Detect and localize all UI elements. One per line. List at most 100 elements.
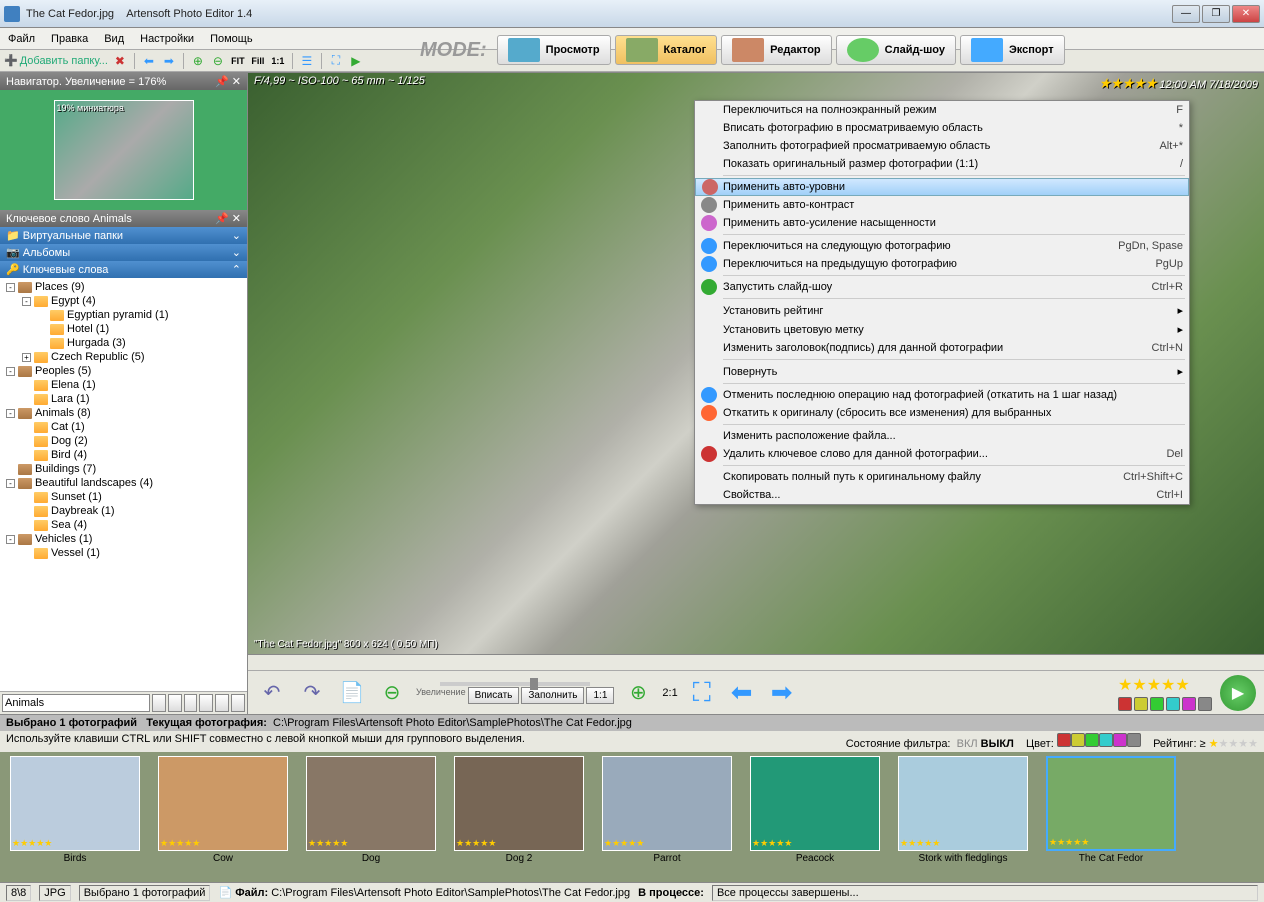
ctx-item[interactable]: Свойства...Ctrl+I: [695, 486, 1189, 504]
tree-item[interactable]: -Animals (8): [2, 406, 245, 420]
mode-catalog[interactable]: Каталог: [615, 35, 718, 65]
thumbnail[interactable]: ★★★★★Dog 2: [454, 756, 584, 878]
tree-item[interactable]: Sea (4): [2, 518, 245, 532]
play-icon[interactable]: ▶: [348, 53, 364, 69]
tree-item[interactable]: Dog (2): [2, 434, 245, 448]
color-tag[interactable]: [1166, 697, 1180, 711]
color-tag[interactable]: [1150, 697, 1164, 711]
tree-item[interactable]: Cat (1): [2, 420, 245, 434]
kw-btn-3[interactable]: [184, 694, 198, 712]
ctx-item[interactable]: Переключиться на предыдущую фотографиюPg…: [695, 255, 1189, 273]
fullscreen-icon[interactable]: ⛶: [686, 677, 718, 709]
kw-btn-2[interactable]: [168, 694, 182, 712]
next-icon[interactable]: ➡: [161, 53, 177, 69]
ctx-item[interactable]: Отменить последнюю операцию над фотограф…: [695, 386, 1189, 404]
ctx-item[interactable]: Запустить слайд-шоуCtrl+R: [695, 278, 1189, 296]
one-to-one-button[interactable]: 1:1: [270, 53, 286, 69]
thumbnail[interactable]: ★★★★★Cow: [158, 756, 288, 878]
kw-btn-6[interactable]: [231, 694, 245, 712]
h-scrollbar[interactable]: [248, 654, 1264, 670]
menu-file[interactable]: Файл: [8, 33, 35, 45]
fullscreen-icon[interactable]: ⛶: [328, 53, 344, 69]
tree-item[interactable]: Elena (1): [2, 378, 245, 392]
thumbnail[interactable]: ★★★★★Stork with fledglings: [898, 756, 1028, 878]
mode-editor[interactable]: Редактор: [721, 35, 831, 65]
ctx-item[interactable]: Заполнить фотографией просматриваемую об…: [695, 137, 1189, 155]
keyword-input[interactable]: [2, 694, 150, 712]
zoom-out-icon[interactable]: ⊖: [210, 53, 226, 69]
ctx-item[interactable]: Применить авто-контраст: [695, 196, 1189, 214]
zoom-slider[interactable]: [440, 682, 590, 686]
thumbnail[interactable]: ★★★★★The Cat Fedor: [1046, 756, 1176, 878]
ctx-item[interactable]: Установить цветовую метку▸: [695, 320, 1189, 339]
tree-item[interactable]: -Peoples (5): [2, 364, 245, 378]
tree-item[interactable]: Vessel (1): [2, 546, 245, 560]
tree-item[interactable]: -Egypt (4): [2, 294, 245, 308]
tree-item[interactable]: Buildings (7): [2, 462, 245, 476]
color-tag[interactable]: [1118, 697, 1132, 711]
note-icon[interactable]: 📄: [336, 677, 368, 709]
fill-button[interactable]: Fill: [250, 53, 266, 69]
thumbnail[interactable]: ★★★★★Dog: [306, 756, 436, 878]
add-folder-button[interactable]: ➕ Добавить папку...: [4, 54, 108, 67]
color-tag[interactable]: [1182, 697, 1196, 711]
ctx-item[interactable]: Показать оригинальный размер фотографии …: [695, 155, 1189, 173]
tree-item[interactable]: -Vehicles (1): [2, 532, 245, 546]
ctx-item[interactable]: Переключиться на следующую фотографиюPgD…: [695, 237, 1189, 255]
ctx-item[interactable]: Применить авто-усиление насыщенности: [695, 214, 1189, 232]
color-tag[interactable]: [1198, 697, 1212, 711]
tree-item[interactable]: -Beautiful landscapes (4): [2, 476, 245, 490]
thumbnail[interactable]: ★★★★★Birds: [10, 756, 140, 878]
zoom-in-icon[interactable]: ⊕: [190, 53, 206, 69]
menu-settings[interactable]: Настройки: [140, 33, 194, 45]
virtual-folders-header[interactable]: 📁 Виртуальные папки⌄: [0, 227, 247, 244]
rotate-left-icon[interactable]: ↶: [256, 677, 288, 709]
ctx-item[interactable]: Вписать фотографию в просматриваемую обл…: [695, 119, 1189, 137]
ctx-item[interactable]: Повернуть▸: [695, 362, 1189, 381]
color-tag[interactable]: [1134, 697, 1148, 711]
keywords-header[interactable]: 🔑 Ключевые слова⌃: [0, 261, 247, 278]
albums-header[interactable]: 📷 Альбомы⌄: [0, 244, 247, 261]
tree-item[interactable]: Daybreak (1): [2, 504, 245, 518]
ctx-item[interactable]: Откатить к оригиналу (сбросить все измен…: [695, 404, 1189, 422]
thumbnail[interactable]: ★★★★★Peacock: [750, 756, 880, 878]
fit-button[interactable]: FIT: [230, 53, 246, 69]
minimize-button[interactable]: —: [1172, 5, 1200, 23]
tree-item[interactable]: Hurgada (3): [2, 336, 245, 350]
mode-export[interactable]: Экспорт: [960, 35, 1065, 65]
ctx-item[interactable]: Установить рейтинг▸: [695, 301, 1189, 320]
delete-icon[interactable]: ✖: [112, 53, 128, 69]
ctx-item[interactable]: Удалить ключевое слово для данной фотогр…: [695, 445, 1189, 463]
mode-view[interactable]: Просмотр: [497, 35, 611, 65]
navigator-thumb[interactable]: [54, 100, 194, 200]
ctx-item[interactable]: Скопировать полный путь к оригинальному …: [695, 468, 1189, 486]
next-photo-icon[interactable]: ➡: [766, 677, 798, 709]
zoom-in-icon[interactable]: ⊕: [622, 677, 654, 709]
kw-btn-1[interactable]: [152, 694, 166, 712]
tree-item[interactable]: Hotel (1): [2, 322, 245, 336]
rating-picker[interactable]: ★★★★★: [1118, 675, 1212, 695]
zoom-fit[interactable]: Вписать: [468, 687, 520, 704]
zoom-one[interactable]: 1:1: [586, 687, 614, 704]
tree-item[interactable]: Lara (1): [2, 392, 245, 406]
prev-icon[interactable]: ⬅: [141, 53, 157, 69]
ctx-item[interactable]: Изменить расположение файла...: [695, 427, 1189, 445]
tree-item[interactable]: +Czech Republic (5): [2, 350, 245, 364]
navigator-preview[interactable]: [0, 90, 247, 210]
kw-btn-5[interactable]: [215, 694, 229, 712]
tree-item[interactable]: Bird (4): [2, 448, 245, 462]
menu-view[interactable]: Вид: [104, 33, 124, 45]
rotate-right-icon[interactable]: ↷: [296, 677, 328, 709]
ctx-item[interactable]: Изменить заголовок(подпись) для данной ф…: [695, 339, 1189, 357]
thumbnail[interactable]: ★★★★★Parrot: [602, 756, 732, 878]
maximize-button[interactable]: ❐: [1202, 5, 1230, 23]
play-button[interactable]: ▶: [1220, 675, 1256, 711]
tree-item[interactable]: Sunset (1): [2, 490, 245, 504]
ctx-item[interactable]: Применить авто-уровни: [695, 178, 1189, 196]
prev-photo-icon[interactable]: ⬅: [726, 677, 758, 709]
ctx-item[interactable]: Переключиться на полноэкранный режимF: [695, 101, 1189, 119]
menu-edit[interactable]: Правка: [51, 33, 88, 45]
tree-item[interactable]: -Places (9): [2, 280, 245, 294]
list-icon[interactable]: ☰: [299, 53, 315, 69]
close-button[interactable]: ✕: [1232, 5, 1260, 23]
